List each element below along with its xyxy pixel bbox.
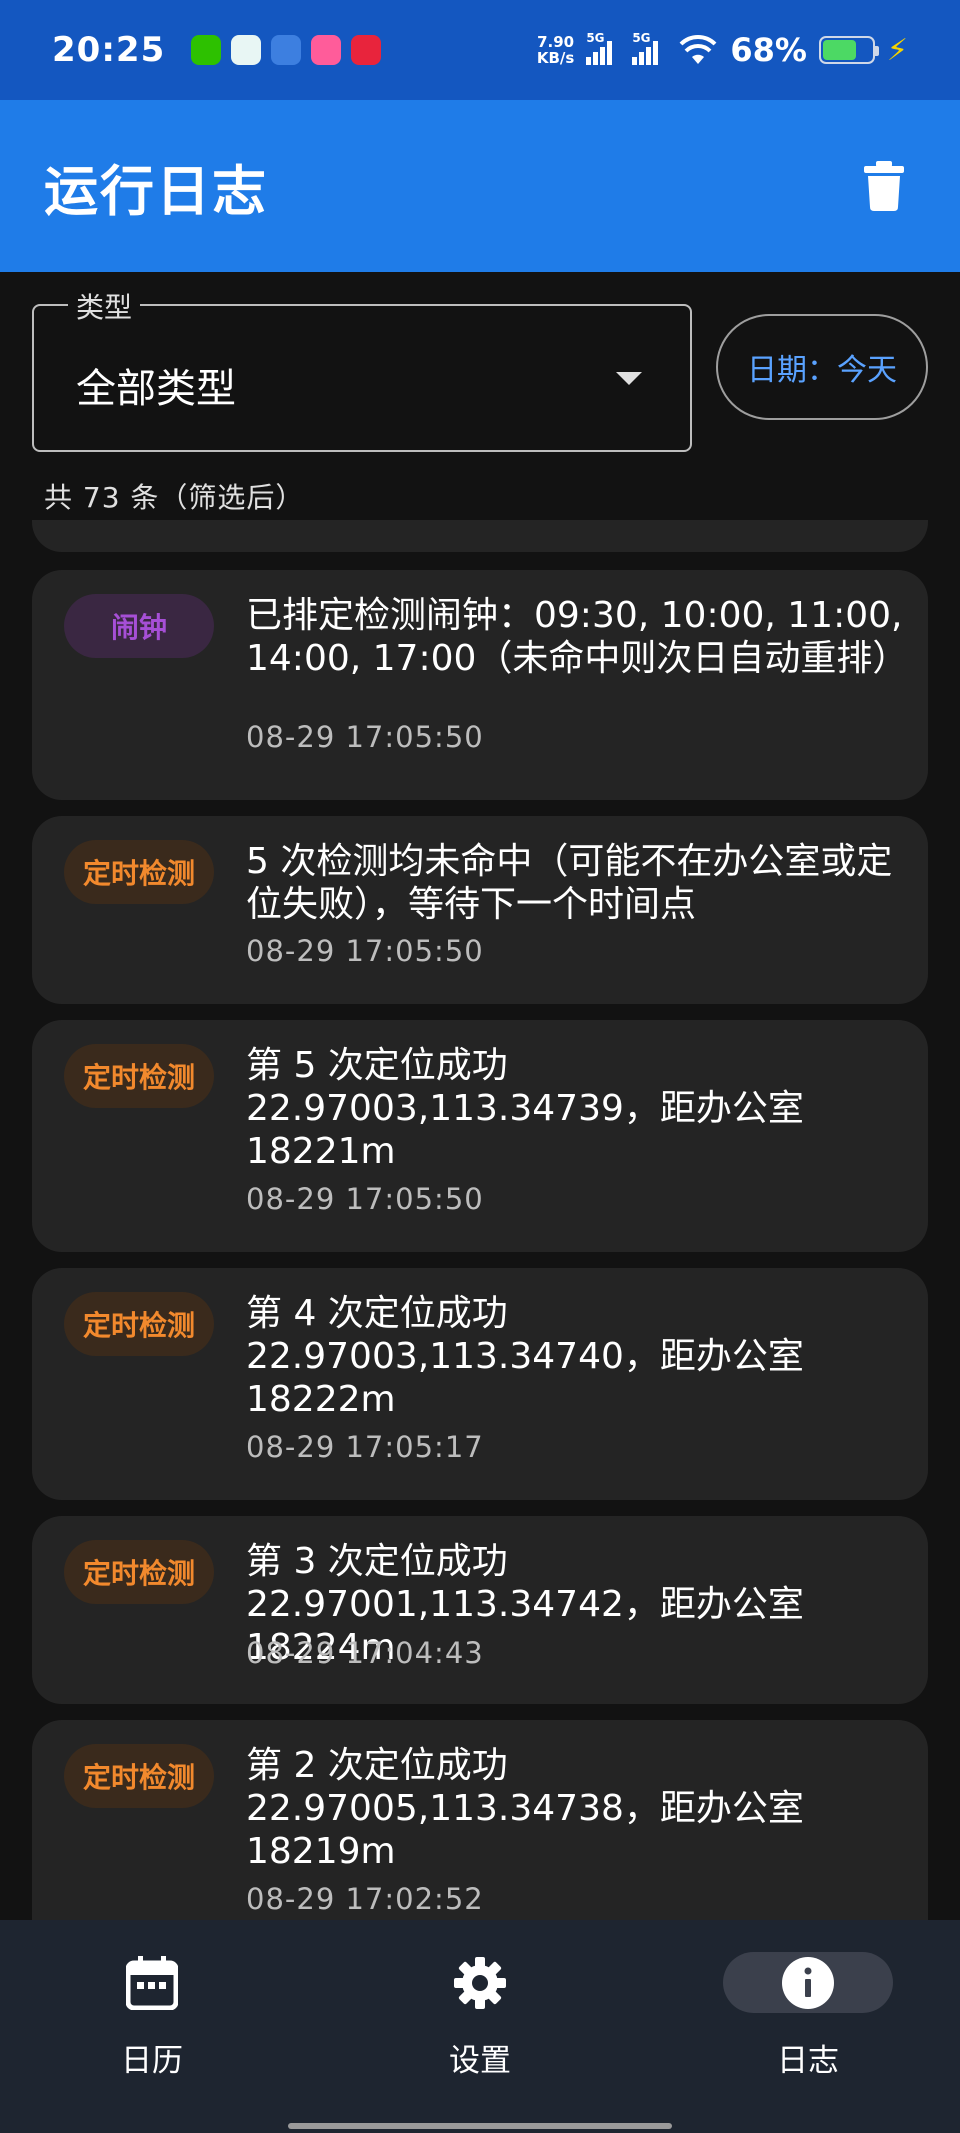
log-tag: 定时检测	[64, 1540, 214, 1604]
status-right: 7.90 KB/s 5G 5G 68% ⚡	[537, 31, 908, 69]
type-filter-value: 全部类型	[76, 366, 236, 412]
log-card-partial	[32, 520, 928, 552]
log-message: 第 4 次定位成功 22.97003,113.34740，距办公室 18222m	[246, 1293, 804, 1420]
notes-icon	[231, 35, 262, 65]
log-message: 第 2 次定位成功 22.97005,113.34738，距办公室 18219m	[246, 1745, 804, 1872]
app-icon-pink	[311, 35, 342, 65]
info-icon	[782, 1956, 834, 2009]
app-icon-red	[351, 35, 382, 65]
calendar-icon	[126, 1955, 178, 2010]
net-speed-value: 7.90	[537, 33, 575, 51]
signal-label: 5G	[586, 31, 605, 45]
nav-label-calendar: 日历	[121, 2043, 183, 2079]
weather-icon	[271, 35, 302, 65]
wifi-icon	[679, 34, 717, 64]
log-tag: 定时检测	[64, 1044, 214, 1108]
log-time: 08-29 17:02:52	[246, 1882, 484, 1916]
type-filter-select[interactable]: 类型 全部类型	[32, 286, 692, 452]
notification-icons	[191, 35, 382, 65]
gesture-bar[interactable]	[288, 2123, 672, 2129]
signal-icon: 5G	[586, 31, 620, 65]
date-filter-chip[interactable]: 日期：今天	[716, 314, 928, 420]
signal-label: 5G	[632, 31, 651, 45]
log-tag: 定时检测	[64, 1744, 214, 1808]
log-card: 定时检测 5 次检测均未命中（可能不在办公室或定位失败），等待下一个时间点 08…	[32, 816, 928, 1004]
clear-logs-button[interactable]	[852, 154, 916, 218]
log-card: 定时检测 第 5 次定位成功 22.97003,113.34739，距办公室 1…	[32, 1020, 928, 1252]
log-message: 第 5 次定位成功 22.97003,113.34739，距办公室 18221m	[246, 1045, 804, 1172]
log-message: 5 次检测均未命中（可能不在办公室或定位失败），等待下一个时间点	[246, 841, 893, 925]
nav-item-calendar[interactable]: 日历	[32, 1920, 272, 2080]
signal-icon: 5G	[632, 31, 666, 65]
page-title: 运行日志	[44, 159, 268, 223]
log-time: 08-29 17:05:50	[246, 720, 484, 754]
log-list[interactable]: 闹钟 已排定检测闹钟：09:30, 10:00, 11:00, 14:00, 1…	[32, 520, 928, 1920]
dropdown-arrow-icon	[616, 372, 642, 385]
nav-pill	[395, 1952, 565, 2013]
battery-icon	[818, 36, 879, 64]
charging-icon: ⚡	[886, 32, 908, 68]
gear-icon	[454, 1956, 506, 2009]
trash-icon	[864, 161, 904, 211]
log-tag: 闹钟	[64, 594, 214, 658]
status-bar: 20:25 7.90 KB/s 5G 5G 68% ⚡	[0, 0, 960, 100]
nav-item-settings[interactable]: 设置	[360, 1920, 600, 2080]
log-card: 定时检测 第 4 次定位成功 22.97003,113.34740，距办公室 1…	[32, 1268, 928, 1500]
battery-percent: 68%	[730, 31, 807, 69]
battery-level	[822, 40, 856, 60]
log-card: 定时检测 第 3 次定位成功 22.97001,113.34742，距办公室 1…	[32, 1516, 928, 1704]
wechat-icon	[191, 35, 222, 65]
nav-item-log[interactable]: 日志	[688, 1920, 928, 2080]
log-time: 08-29 17:05:50	[246, 934, 484, 968]
filtered-count: 共 73 条（筛选后）	[44, 481, 305, 514]
log-tag: 定时检测	[64, 840, 214, 904]
bottom-navigation: 日历 设置 日志	[0, 1920, 960, 2133]
log-tag: 定时检测	[64, 1292, 214, 1356]
status-time: 20:25	[52, 30, 166, 70]
network-speed: 7.90 KB/s	[537, 34, 574, 66]
log-message: 已排定检测闹钟：09:30, 10:00, 11:00, 14:00, 17:0…	[246, 595, 909, 679]
log-card: 闹钟 已排定检测闹钟：09:30, 10:00, 11:00, 14:00, 1…	[32, 570, 928, 800]
log-card: 定时检测 第 2 次定位成功 22.97005,113.34738，距办公室 1…	[32, 1720, 928, 1920]
net-speed-unit: KB/s	[536, 49, 575, 67]
nav-pill	[67, 1952, 237, 2013]
log-time: 08-29 17:05:50	[246, 1182, 484, 1216]
nav-label-settings: 设置	[449, 2043, 511, 2079]
app-bar: 运行日志	[0, 100, 960, 272]
log-time: 08-29 17:04:43	[246, 1636, 484, 1670]
type-filter-label: 类型	[68, 286, 141, 326]
log-time: 08-29 17:05:17	[246, 1430, 484, 1464]
nav-pill-active	[723, 1952, 893, 2013]
nav-label-log: 日志	[777, 2043, 839, 2079]
filter-row: 类型 全部类型 日期：今天	[32, 286, 928, 452]
